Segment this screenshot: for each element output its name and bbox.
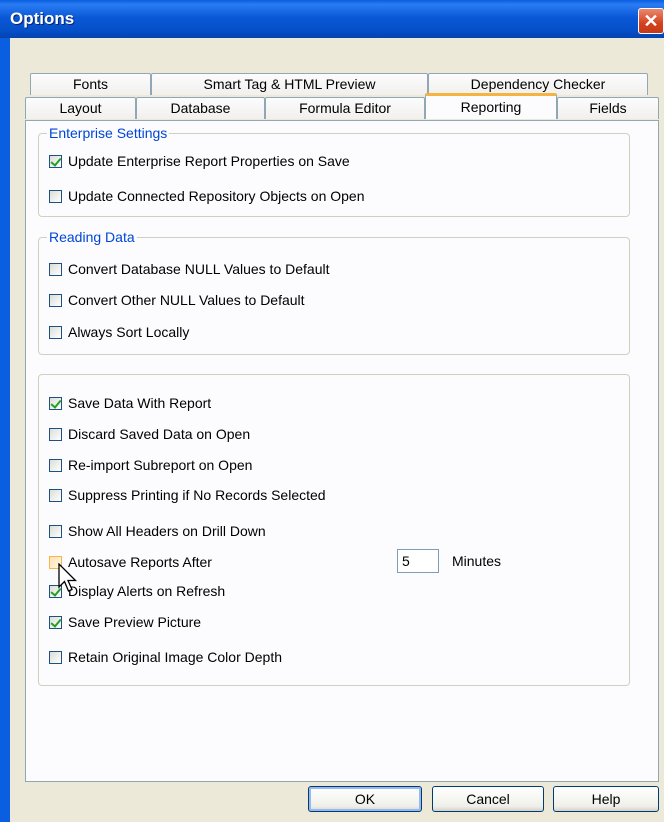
checkbox-label: Convert Other NULL Values to Default: [68, 292, 305, 308]
reimport-subreport-checkbox[interactable]: [49, 458, 62, 472]
tab-formula-editor[interactable]: Formula Editor: [265, 97, 425, 119]
minutes-label: Minutes: [452, 553, 502, 569]
retain-color-depth-checkbox[interactable]: [49, 650, 62, 664]
tab-dependency-checker[interactable]: Dependency Checker: [428, 73, 648, 95]
show-all-headers-option[interactable]: Show All Headers on Drill Down: [49, 522, 266, 540]
convert-db-null-checkbox[interactable]: [49, 262, 62, 276]
checkbox-label: Save Preview Picture: [68, 614, 202, 630]
update-enterprise-properties-option[interactable]: Update Enterprise Report Properties on S…: [49, 152, 350, 170]
suppress-printing-option[interactable]: Suppress Printing if No Records Selected: [49, 486, 326, 504]
cancel-button[interactable]: Cancel: [432, 786, 544, 812]
tab-layout[interactable]: Layout: [25, 97, 136, 119]
dialog-title: Options: [10, 9, 75, 28]
convert-db-null-option[interactable]: Convert Database NULL Values to Default: [49, 260, 329, 278]
update-repository-objects-checkbox[interactable]: [49, 189, 62, 203]
checkbox-label: Retain Original Image Color Depth: [68, 649, 282, 665]
update-enterprise-properties-checkbox[interactable]: [49, 154, 62, 168]
tab-reporting[interactable]: Reporting: [425, 93, 557, 119]
show-all-headers-checkbox[interactable]: [49, 524, 62, 538]
convert-other-null-option[interactable]: Convert Other NULL Values to Default: [49, 291, 305, 309]
checkbox-label: Show All Headers on Drill Down: [68, 523, 266, 539]
checkbox-label: Display Alerts on Refresh: [68, 583, 226, 599]
checkbox-label: Always Sort Locally: [68, 324, 190, 340]
discard-saved-data-option[interactable]: Discard Saved Data on Open: [49, 425, 250, 443]
checkbox-label: Save Data With Report: [68, 395, 212, 411]
mouse-pointer-icon: [58, 563, 78, 592]
tab-fonts[interactable]: Fonts: [30, 73, 151, 95]
update-repository-objects-option[interactable]: Update Connected Repository Objects on O…: [49, 187, 365, 205]
checkbox-label: Convert Database NULL Values to Default: [68, 261, 330, 277]
enterprise-settings-legend: Enterprise Settings: [47, 125, 170, 141]
retain-color-depth-option[interactable]: Retain Original Image Color Depth: [49, 648, 282, 666]
options-dialog: Options ✕ Fonts Smart Tag & HTML Preview…: [0, 0, 664, 822]
save-preview-picture-option[interactable]: Save Preview Picture: [49, 613, 201, 631]
autosave-minutes-input[interactable]: 5: [397, 549, 439, 573]
help-button[interactable]: Help: [553, 786, 659, 812]
checkbox-label: Re-import Subreport on Open: [68, 457, 253, 473]
tab-smart-tag-html-preview[interactable]: Smart Tag & HTML Preview: [151, 73, 428, 95]
always-sort-locally-option[interactable]: Always Sort Locally: [49, 323, 189, 341]
discard-saved-data-checkbox[interactable]: [49, 427, 62, 441]
reading-data-legend: Reading Data: [47, 229, 137, 245]
tab-database[interactable]: Database: [136, 97, 265, 119]
save-preview-picture-checkbox[interactable]: [49, 615, 62, 629]
window-frame-left: [0, 38, 10, 822]
checkbox-label: Update Enterprise Report Properties on S…: [68, 153, 350, 169]
suppress-printing-checkbox[interactable]: [49, 488, 62, 502]
close-icon[interactable]: ✕: [638, 8, 664, 34]
checkbox-label: Discard Saved Data on Open: [68, 426, 251, 442]
checkbox-label: Autosave Reports After: [68, 554, 212, 570]
reimport-subreport-option[interactable]: Re-import Subreport on Open: [49, 456, 252, 474]
tab-fields[interactable]: Fields: [557, 97, 659, 119]
save-data-with-report-option[interactable]: Save Data With Report: [49, 394, 211, 412]
checkbox-label: Suppress Printing if No Records Selected: [68, 487, 326, 503]
save-data-with-report-checkbox[interactable]: [49, 396, 62, 410]
ok-button[interactable]: OK: [308, 786, 422, 812]
always-sort-locally-checkbox[interactable]: [49, 325, 62, 339]
convert-other-null-checkbox[interactable]: [49, 293, 62, 307]
title-bar[interactable]: Options ✕: [0, 0, 664, 38]
checkbox-label: Update Connected Repository Objects on O…: [68, 188, 365, 204]
